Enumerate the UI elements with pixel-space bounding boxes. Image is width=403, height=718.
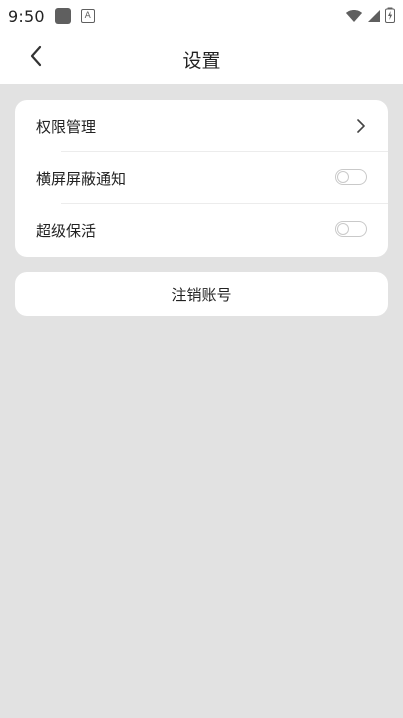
chevron-right-icon xyxy=(352,116,370,136)
landscape-block-notifications-toggle[interactable] xyxy=(335,169,367,185)
settings-row-permissions[interactable]: 权限管理 xyxy=(15,100,388,152)
app-header: 设置 xyxy=(0,32,403,84)
logout-account-label: 注销账号 xyxy=(171,285,232,304)
status-time: 9:50 xyxy=(8,6,45,26)
wifi-icon xyxy=(345,8,363,27)
page-title: 设置 xyxy=(182,50,221,72)
settings-row-super-keepalive: 超级保活 xyxy=(15,204,388,256)
app-notification-icon xyxy=(54,8,71,24)
settings-row-label: 超级保活 xyxy=(36,221,97,240)
settings-card: 权限管理 横屏屏蔽通知 超级保活 xyxy=(15,100,388,257)
status-icons xyxy=(345,7,395,27)
signal-icon xyxy=(367,8,381,27)
toggle-knob xyxy=(337,223,349,235)
settings-row-landscape-block-notifications: 横屏屏蔽通知 xyxy=(15,152,388,204)
a-icon: A xyxy=(80,9,95,23)
settings-row-label: 权限管理 xyxy=(36,117,97,136)
status-bar: 9:50 A xyxy=(0,0,403,32)
settings-row-label: 横屏屏蔽通知 xyxy=(36,169,127,188)
toggle-knob xyxy=(337,171,349,183)
battery-icon xyxy=(385,7,395,27)
logout-account-button[interactable]: 注销账号 xyxy=(15,272,388,316)
super-keepalive-toggle[interactable] xyxy=(335,221,367,237)
